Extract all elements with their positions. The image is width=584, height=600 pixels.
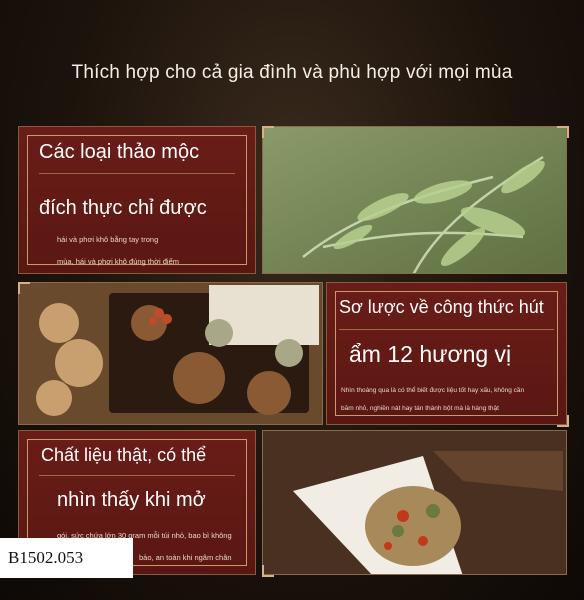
page-title: Thích hợp cho cả gia đình và phù hợp với… (71, 62, 513, 83)
formula-headline-line1: Sơ lược về công thức hút (339, 297, 544, 317)
formula-headline-line2: ẩm 12 hương vị (349, 341, 512, 367)
material-headline-line1: Chất liệu thật, có thể (41, 445, 207, 465)
divider (39, 173, 235, 174)
wormwood-leaves-image (263, 127, 566, 273)
corner-ornament-icon (262, 126, 274, 138)
herb-filter-bag-image (263, 431, 566, 574)
herbs-desc-line2: mùa, hái và phơi khô đúng thời điểm (57, 257, 179, 266)
formula-desc-line2: băm nhỏ, nghiền nát hay tán thành bột mà… (341, 405, 499, 412)
herbs-headline-line1: Các loại thảo mộc (39, 141, 200, 163)
divider (339, 329, 554, 330)
material-headline-line2: nhìn thấy khi mở (57, 489, 206, 511)
corner-ornament-icon (557, 126, 569, 138)
divider (39, 475, 235, 476)
wormwood-photo (262, 126, 567, 274)
corner-ornament-icon (18, 282, 30, 294)
formula-panel: Sơ lược về công thức hút ẩm 12 hương vị … (326, 282, 567, 425)
herbs-desc-line1: hái và phơi khô bằng tay trong (57, 235, 159, 244)
filter-bag-photo (262, 430, 567, 575)
dried-herbs-image (19, 283, 322, 424)
corner-ornament-icon (262, 565, 274, 577)
herbs-headline-line2: đích thực chỉ được (39, 197, 207, 219)
herbs-authentic-panel: Các loại thảo mộc đích thực chỉ được hái… (18, 126, 256, 274)
formula-desc-line1: Nhìn thoáng qua là có thể biết được liệu… (341, 387, 525, 394)
herb-mix-photo (18, 282, 323, 425)
material-desc-line2: bảo, an toàn khi ngâm chân (139, 553, 232, 562)
product-code-label: B1502.053 (0, 538, 133, 578)
corner-ornament-icon (557, 415, 569, 427)
